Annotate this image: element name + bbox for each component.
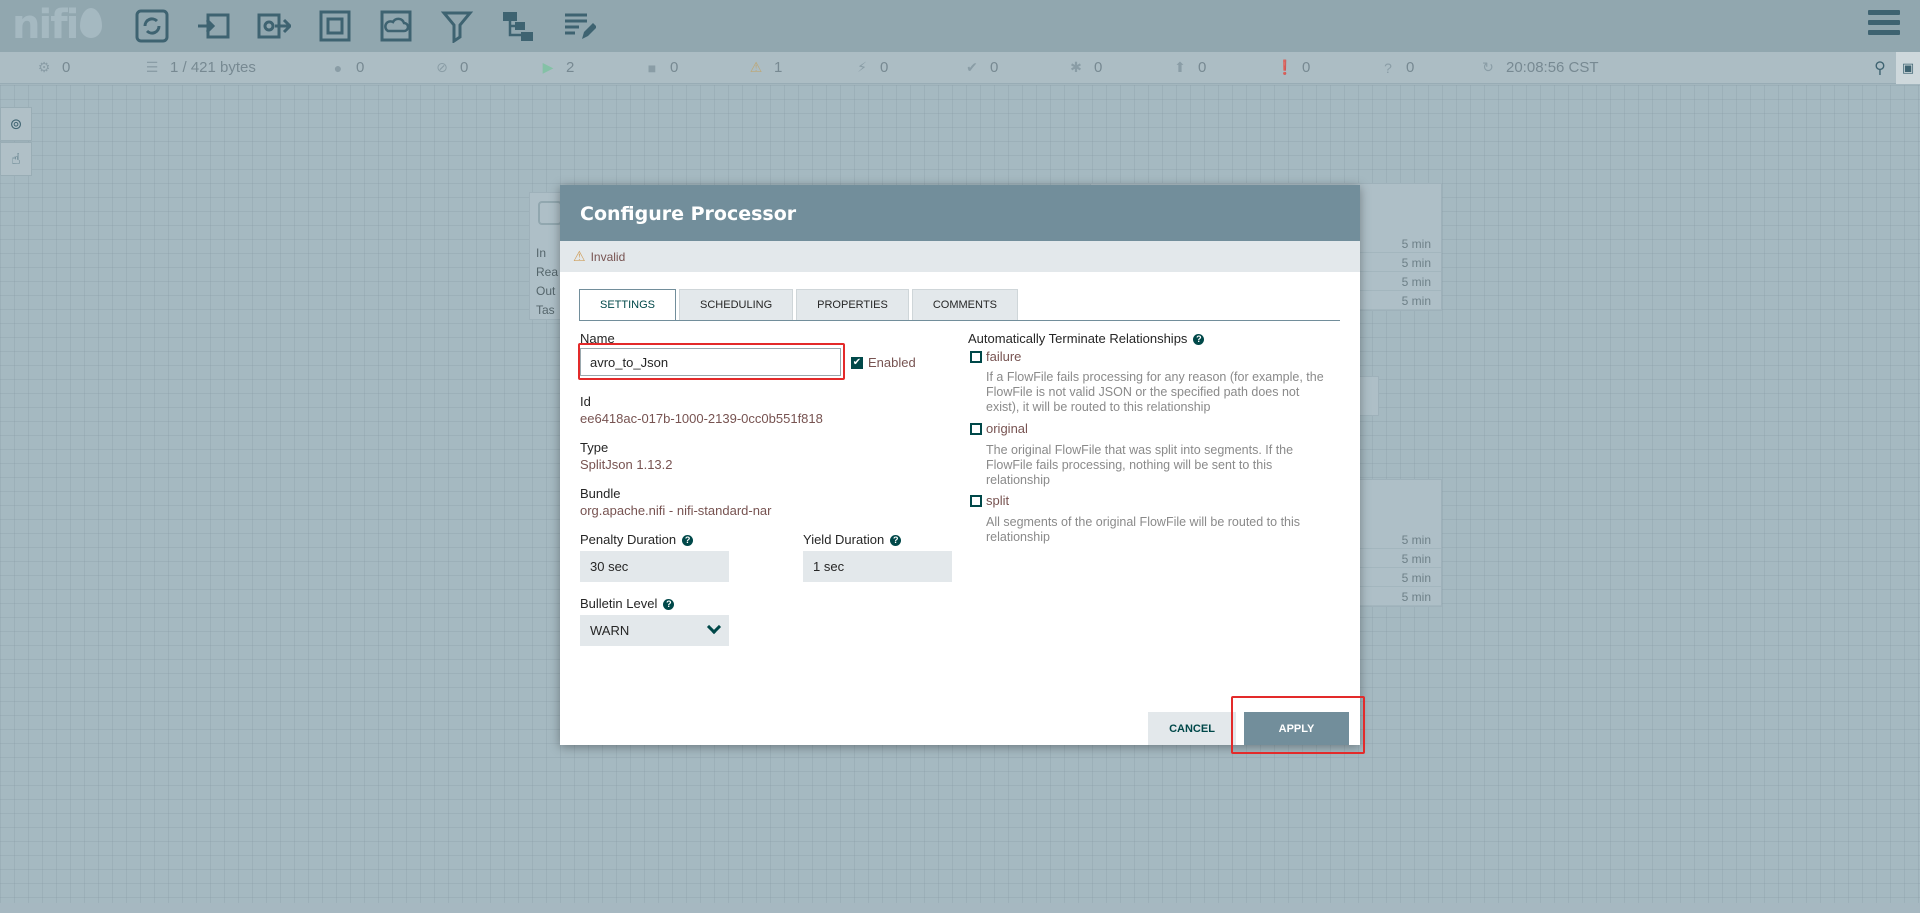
penalty-duration-input[interactable]: 30 sec: [580, 551, 729, 582]
bulletin-level-value: WARN: [590, 623, 630, 638]
relationship-name-failure: failure: [986, 349, 1022, 364]
id-value: ee6418ac-017b-1000-2139-0cc0b551f818: [580, 411, 823, 426]
tab-scheduling[interactable]: SCHEDULING: [679, 289, 794, 321]
bulletin-level-select[interactable]: WARN: [580, 615, 729, 646]
enabled-checkbox[interactable]: ✔ Enabled: [851, 355, 916, 370]
help-icon[interactable]: ?: [682, 535, 694, 547]
yield-duration-label: Yield Duration?: [803, 532, 902, 547]
relationship-desc-original: The original FlowFile that was split int…: [986, 443, 1294, 487]
name-highlight-box: [578, 343, 845, 380]
validation-status-text: Invalid: [590, 249, 626, 264]
split-checkbox[interactable]: [970, 495, 982, 507]
failure-checkbox[interactable]: [970, 351, 982, 363]
chevron-down-icon: [706, 619, 722, 635]
cancel-button[interactable]: CANCEL: [1148, 712, 1236, 745]
bulletin-level-label: Bulletin Level?: [580, 596, 675, 611]
help-icon[interactable]: ?: [890, 535, 902, 547]
relationship-desc-split: All segments of the original FlowFile wi…: [986, 515, 1301, 544]
dialog-tabs: SETTINGS SCHEDULING PROPERTIES COMMENTS: [579, 289, 1021, 321]
dialog-title: Configure Processor: [560, 185, 1360, 241]
yield-duration-input[interactable]: 1 sec: [803, 551, 952, 582]
warning-icon: ⚠: [573, 248, 586, 264]
relationship-desc-failure: If a FlowFile fails processing for any r…: [986, 370, 1324, 414]
checkbox-checked-icon[interactable]: ✔: [851, 356, 863, 369]
relationship-name-original: original: [986, 421, 1028, 436]
configure-processor-dialog: Configure Processor ⚠ Invalid SETTINGS S…: [560, 185, 1360, 745]
bundle-label: Bundle: [580, 486, 621, 501]
tab-settings[interactable]: SETTINGS: [579, 289, 677, 321]
penalty-duration-label: Penalty Duration?: [580, 532, 694, 547]
enabled-label: Enabled: [868, 355, 916, 370]
footer-strip: [0, 903, 1920, 913]
auto-terminate-label: Automatically Terminate Relationships?: [968, 331, 1205, 346]
tab-comments[interactable]: COMMENTS: [911, 289, 1019, 321]
type-value: SplitJson 1.13.2: [580, 457, 673, 472]
bundle-value: org.apache.nifi - nifi-standard-nar: [580, 503, 772, 518]
help-icon[interactable]: ?: [663, 599, 675, 611]
id-label: Id: [580, 394, 591, 409]
apply-highlight-box: [1231, 696, 1365, 754]
type-label: Type: [580, 440, 609, 455]
help-icon[interactable]: ?: [1193, 334, 1205, 346]
relationship-name-split: split: [986, 493, 1010, 508]
original-checkbox[interactable]: [970, 423, 982, 435]
tab-properties[interactable]: PROPERTIES: [796, 289, 909, 321]
validation-status: ⚠ Invalid: [560, 241, 1360, 272]
tab-divider: [579, 320, 1340, 321]
